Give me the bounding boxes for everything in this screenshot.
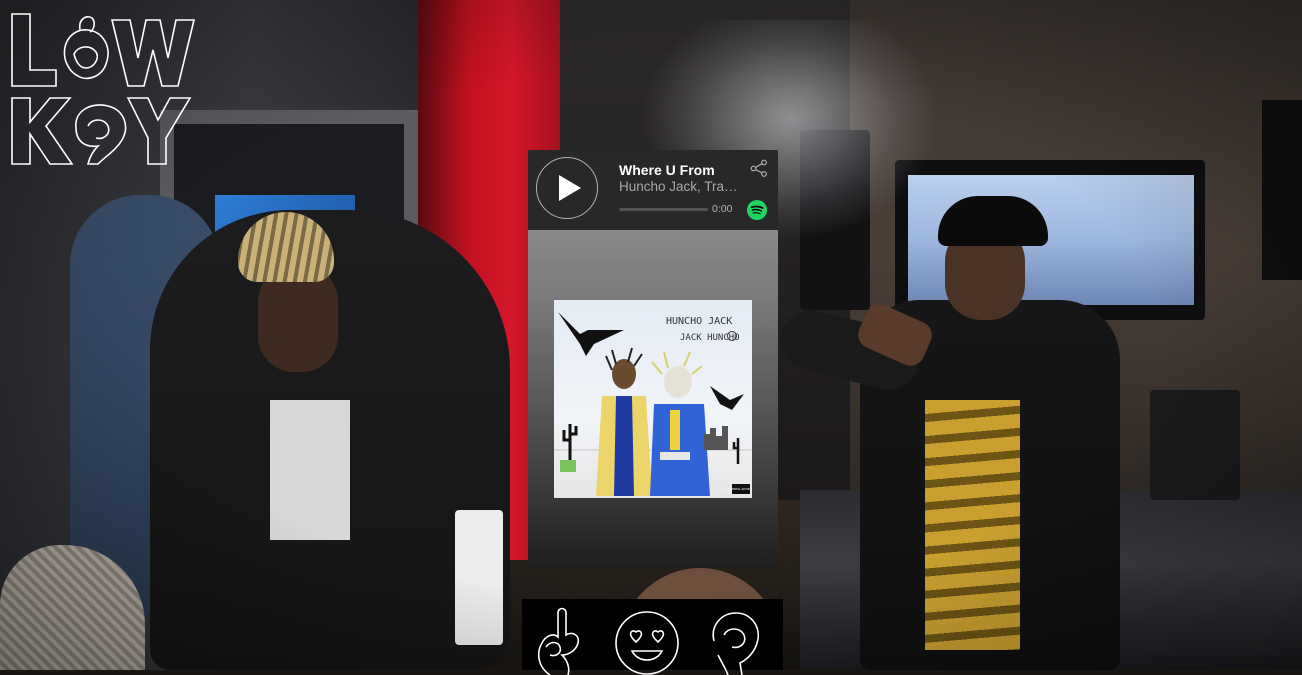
progress-bar[interactable] bbox=[619, 208, 708, 211]
play-button[interactable] bbox=[536, 157, 598, 219]
album-cover[interactable]: HUNCHO JACK JACK HUNCHO PARENTAL ADVISOR… bbox=[554, 300, 752, 498]
ok-hand-icon[interactable] bbox=[528, 605, 594, 675]
svg-text:HUNCHO JACK: HUNCHO JACK bbox=[666, 316, 732, 327]
hand-gesture-icon[interactable] bbox=[704, 605, 770, 675]
artwork-area: HUNCHO JACK JACK HUNCHO PARENTAL ADVISOR… bbox=[528, 230, 778, 568]
spotify-player: Where U From Huncho Jack, Travis Scott, … bbox=[528, 150, 778, 568]
svg-text:PARENTAL ADVISORY: PARENTAL ADVISORY bbox=[727, 487, 752, 491]
track-title[interactable]: Where U From bbox=[619, 162, 715, 178]
spotify-icon[interactable] bbox=[747, 200, 767, 220]
time-label: 0:00 bbox=[712, 203, 733, 215]
lowkey-logo[interactable] bbox=[8, 10, 208, 168]
reaction-bar bbox=[522, 599, 783, 675]
svg-text:JACK HUNCHO: JACK HUNCHO bbox=[680, 333, 740, 343]
album-art-illustration: HUNCHO JACK JACK HUNCHO PARENTAL ADVISOR… bbox=[554, 312, 752, 496]
heart-eyes-icon[interactable] bbox=[614, 605, 680, 675]
track-artist[interactable]: Huncho Jack, Travis Scott, Quavo bbox=[619, 179, 743, 194]
play-icon bbox=[559, 175, 581, 201]
player-header: Where U From Huncho Jack, Travis Scott, … bbox=[528, 150, 778, 230]
share-icon[interactable] bbox=[750, 159, 768, 177]
